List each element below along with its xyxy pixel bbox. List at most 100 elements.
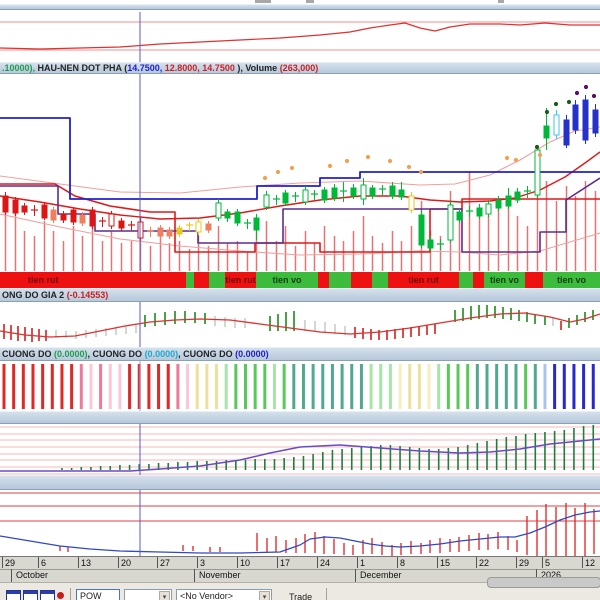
- window-icon[interactable]: [23, 590, 38, 600]
- volume-label: Volume: [245, 63, 280, 73]
- vendor-combobox-value: <No Vendor>: [180, 591, 234, 600]
- money-flow-ribbon: tien rut tien rut tien vo tien rut tien vo ti…: [0, 272, 600, 288]
- top-indicator-pane[interactable]: [0, 10, 600, 62]
- indicator-line: [0, 22, 600, 50]
- ribbon-segment-green: tien vo: [256, 272, 318, 288]
- price-open: 14.7500,: [127, 63, 163, 73]
- signal-ticks: [3, 305, 594, 342]
- month-separator: [194, 569, 195, 582]
- pane-divider[interactable]: [0, 475, 600, 490]
- indicator-line: [0, 510, 600, 554]
- axis-tick-label: 10: [240, 558, 251, 568]
- indicator-name: ONG DO GIA 2: [2, 290, 67, 300]
- signal-line: [0, 438, 600, 472]
- indicator-line: [0, 312, 600, 338]
- axis-tick-label: 8: [400, 558, 406, 568]
- bottom-indicator-pane[interactable]: [0, 490, 600, 556]
- month-separator: [11, 569, 12, 582]
- axis-tick-mark: [397, 557, 398, 568]
- strength-bars-pane[interactable]: [0, 361, 600, 411]
- axis-tick-mark: [437, 557, 438, 568]
- axis-tick-label: 1: [360, 558, 366, 568]
- vendor-combobox[interactable]: <No Vendor> ▾: [176, 589, 272, 600]
- chevron-down-icon[interactable]: ▾: [259, 591, 270, 600]
- month-label: November: [199, 570, 241, 580]
- axis-tick-mark: [2, 557, 3, 568]
- ribbon-segment-red: tien rut: [225, 272, 256, 288]
- axis-tick-label: 5: [545, 558, 551, 568]
- ribbon-label: tien rut: [408, 275, 439, 285]
- ribbon-segment-red: [351, 272, 372, 288]
- ribbon-label: tien vo: [556, 275, 586, 285]
- ribbon-label: tien vo: [272, 275, 302, 285]
- cuong-do-gia-pane[interactable]: [0, 302, 600, 347]
- ribbon-segment-green: tien vo: [484, 272, 525, 288]
- axis-tick-label: 27: [160, 558, 171, 568]
- charting-app-window: .10000), HAU-NEN DOT PHA (14.7500, 12.80…: [0, 0, 600, 600]
- ribbon-segment-green: tien vo: [543, 272, 600, 288]
- month-separator: [355, 569, 356, 582]
- horizontal-scrollbar-thumb[interactable]: [487, 577, 600, 588]
- axis-tick-mark: [516, 557, 517, 568]
- interval-combobox[interactable]: ▾: [124, 589, 172, 600]
- window-icon[interactable]: [40, 590, 55, 600]
- ribbon-label: tien rut: [28, 275, 59, 285]
- pane-edge-mark: [306, 0, 314, 3]
- indicator-value: (-0.14553): [66, 290, 109, 300]
- axis-tick-label: 20: [121, 558, 132, 568]
- price-candlestick-pane[interactable]: [0, 74, 600, 272]
- ribbon-segment-green: [459, 272, 473, 288]
- axis-tick-mark: [317, 557, 318, 568]
- axis-tick-mark: [78, 557, 79, 568]
- indicator-value: .10000),: [2, 63, 38, 73]
- ribbon-segment-red: [194, 272, 209, 288]
- axis-tick-mark: [582, 557, 583, 568]
- volume-value: (263,000): [279, 63, 319, 73]
- month-label: October: [16, 570, 49, 580]
- axis-tick-label: 29: [5, 558, 16, 568]
- pane-edge-mark: [498, 0, 504, 3]
- ribbon-label: tien vo: [489, 275, 519, 285]
- toolbar-separator: [70, 588, 71, 600]
- chevron-down-icon[interactable]: ▾: [159, 591, 170, 600]
- overlay-lines: [0, 117, 600, 256]
- symbol-name: HAU-NEN DOT PHA: [37, 63, 125, 73]
- ribbon-segment-green: [372, 272, 388, 288]
- price-low: 12.8000,: [162, 63, 200, 73]
- trade-button[interactable]: Trade: [289, 592, 312, 600]
- axis-tick-label: 17: [280, 558, 291, 568]
- price-close: 14.7500: [199, 63, 238, 73]
- symbol-combobox[interactable]: POW: [76, 589, 120, 600]
- axis-tick-mark: [357, 557, 358, 568]
- ribbon-segment-green: [186, 272, 194, 288]
- axis-tick-label: 24: [320, 558, 331, 568]
- axis-tick-mark: [157, 557, 158, 568]
- axis-tick-mark: [38, 557, 39, 568]
- ribbon-segment-green: [209, 272, 225, 288]
- axis-tick-mark: [277, 557, 278, 568]
- axis-tick-mark: [197, 557, 198, 568]
- ribbon-segment-red: [318, 272, 329, 288]
- axis-tick-label: 3: [200, 558, 206, 568]
- ribbon-segment-red: tien rut: [0, 272, 186, 288]
- ribbon-segment-green: [329, 272, 351, 288]
- ribbon-segment-red: [473, 272, 484, 288]
- gridlines: [0, 492, 600, 522]
- momentum-histogram-pane[interactable]: [0, 424, 600, 475]
- toolbar-separator: [326, 588, 327, 600]
- axis-tick-mark: [237, 557, 238, 568]
- main-chart-titlebar: .10000), HAU-NEN DOT PHA (14.7500, 12.80…: [0, 62, 600, 74]
- ribbon-segment-red: [525, 272, 543, 288]
- month-label: December: [360, 570, 402, 580]
- axis-tick-label: 13: [81, 558, 92, 568]
- ribbon-segment-red: tien rut: [388, 272, 459, 288]
- strength-bars: [2, 364, 595, 409]
- axis-tick-label: 29: [519, 558, 530, 568]
- axis-tick-label: 15: [440, 558, 451, 568]
- record-icon[interactable]: [57, 592, 64, 599]
- axis-tick-label: 6: [41, 558, 47, 568]
- window-icon[interactable]: [6, 590, 21, 600]
- symbol-combobox-value: POW: [80, 591, 102, 600]
- ribbon-label: tien rut: [225, 275, 256, 285]
- pane-divider[interactable]: [0, 411, 600, 424]
